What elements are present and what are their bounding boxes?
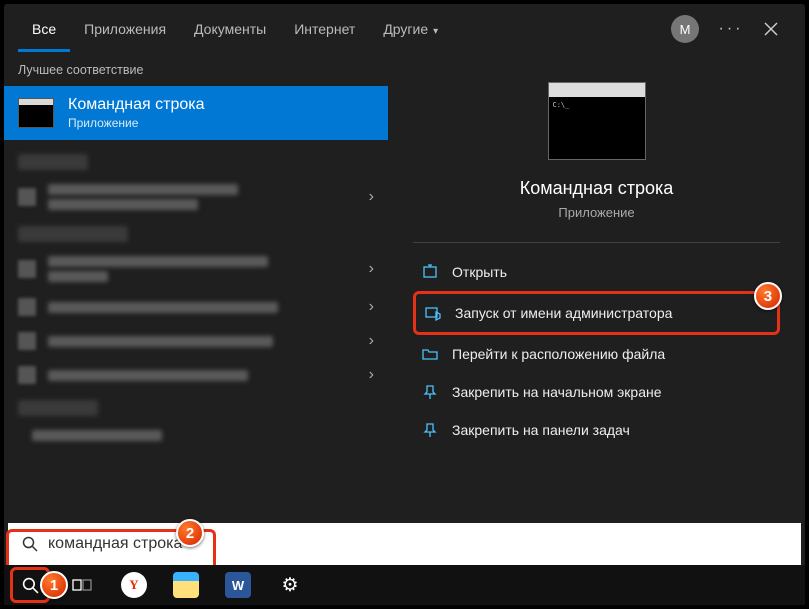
taskbar: Y W ⚙ (4, 565, 805, 605)
list-item[interactable]: › (4, 324, 388, 358)
annotation-badge-2: 2 (176, 519, 204, 547)
list-item[interactable] (4, 422, 388, 449)
filter-tabs: Все Приложения Документы Интернет Другие… (4, 4, 805, 54)
action-pin-start-label: Закрепить на начальном экране (452, 384, 662, 400)
tab-documents[interactable]: Документы (180, 6, 280, 52)
tab-internet[interactable]: Интернет (280, 6, 369, 52)
chevron-right-icon: › (369, 366, 374, 384)
list-item[interactable]: › (4, 290, 388, 324)
user-avatar[interactable]: М (671, 15, 699, 43)
preview-subtitle: Приложение (558, 205, 634, 220)
list-item[interactable]: › (4, 176, 388, 218)
chevron-down-icon: ▾ (433, 26, 438, 37)
search-icon (22, 536, 38, 552)
action-run-admin-label: Запуск от имени администратора (455, 305, 672, 321)
action-pin-start[interactable]: Закрепить на начальном экране (413, 373, 780, 411)
section-best-match-label: Лучшее соответствие (4, 54, 388, 86)
preview-pane: C:\_ Командная строка Приложение Открыть… (388, 54, 805, 523)
chevron-right-icon: › (369, 260, 374, 278)
explorer-icon (173, 572, 199, 598)
action-pin-taskbar[interactable]: Закрепить на панели задач (413, 411, 780, 449)
search-icon (22, 577, 39, 594)
action-open-label: Открыть (452, 264, 507, 280)
taskbar-task-view[interactable] (62, 567, 102, 603)
annotation-badge-1: 1 (40, 571, 68, 599)
chevron-right-icon: › (369, 332, 374, 350)
best-match-item[interactable]: Командная строка Приложение (4, 86, 388, 140)
taskbar-word[interactable]: W (218, 567, 258, 603)
preview-title: Командная строка (520, 178, 674, 199)
pin-icon (421, 421, 439, 439)
list-item[interactable]: › (4, 358, 388, 392)
tab-all[interactable]: Все (18, 6, 70, 52)
taskbar-explorer[interactable] (166, 567, 206, 603)
pin-icon (421, 383, 439, 401)
open-icon (421, 263, 439, 281)
annotation-badge-3: 3 (754, 282, 782, 310)
best-match-title: Командная строка (68, 96, 205, 114)
search-bar (8, 523, 801, 565)
action-pin-taskbar-label: Закрепить на панели задач (452, 422, 630, 438)
results-list: Лучшее соответствие Командная строка При… (4, 54, 388, 523)
tab-apps[interactable]: Приложения (70, 6, 180, 52)
chevron-right-icon: › (369, 298, 374, 316)
task-view-icon (72, 577, 92, 593)
close-icon (764, 22, 778, 36)
action-open[interactable]: Открыть (413, 253, 780, 291)
chevron-right-icon: › (369, 188, 374, 206)
close-button[interactable] (751, 9, 791, 49)
best-match-subtitle: Приложение (68, 116, 205, 130)
taskbar-settings[interactable]: ⚙ (270, 567, 310, 603)
folder-icon (421, 345, 439, 363)
word-icon: W (225, 572, 251, 598)
list-item[interactable]: › (4, 248, 388, 290)
cmd-icon (18, 98, 54, 128)
yandex-icon: Y (121, 572, 147, 598)
tab-other[interactable]: Другие▾ (369, 6, 452, 52)
gear-icon: ⚙ (281, 574, 298, 597)
action-run-as-admin[interactable]: Запуск от имени администратора 3 (413, 291, 780, 335)
search-window: Все Приложения Документы Интернет Другие… (4, 4, 805, 605)
shield-icon (424, 304, 442, 322)
more-button[interactable]: ··· (711, 9, 751, 49)
app-preview-icon: C:\_ (548, 82, 646, 160)
action-file-location[interactable]: Перейти к расположению файла (413, 335, 780, 373)
divider (413, 242, 780, 243)
taskbar-yandex[interactable]: Y (114, 567, 154, 603)
action-file-location-label: Перейти к расположению файла (452, 346, 665, 362)
